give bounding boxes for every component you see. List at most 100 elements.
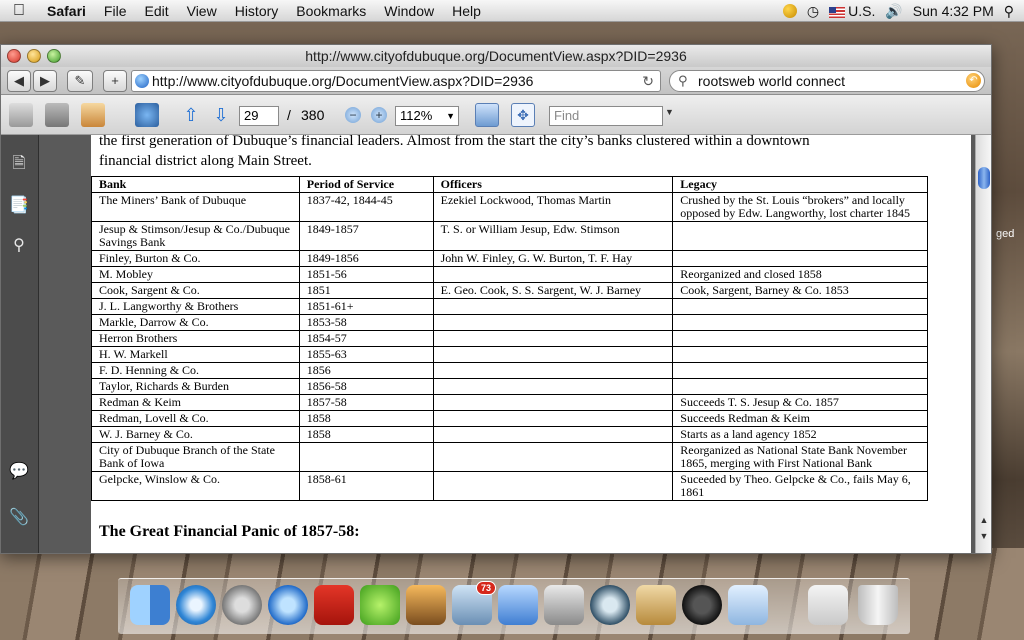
add-bookmark-button[interactable]: +	[103, 70, 127, 92]
table-row: The Miners’ Bank of Dubuque 1837-42, 1844…	[91, 192, 928, 222]
cell-bank: F. D. Henning & Co.	[91, 362, 300, 379]
menu-history[interactable]: History	[226, 3, 288, 19]
input-menu[interactable]: U.S.	[829, 3, 875, 19]
url-text: http://www.cityofdubuque.org/DocumentVie…	[152, 73, 534, 89]
word-icon[interactable]	[498, 585, 538, 625]
zoom-window-button[interactable]	[47, 49, 61, 63]
section-heading: The Great Financial Panic of 1857-58:	[99, 523, 360, 540]
previous-page-icon[interactable]: ⇧	[179, 103, 203, 127]
menu-view[interactable]: View	[178, 3, 226, 19]
forward-button[interactable]: ▶	[33, 70, 57, 92]
spotlight-icon[interactable]: ⚲	[1004, 3, 1014, 20]
reload-icon[interactable]: ↻	[642, 71, 654, 91]
mail-icon[interactable]: 73	[452, 581, 496, 625]
table-row: Taylor, Richards & Burden 1856-58	[91, 378, 928, 395]
table-row: Redman & Keim 1857-58 Succeeds T. S. Jesup…	[91, 394, 928, 411]
intro-paragraph: the first generation of Dubuque’s financ…	[99, 135, 959, 171]
apple-menu-icon[interactable]: 	[0, 2, 38, 20]
table-row: Redman, Lovell & Co. 1858 Succeeds Redman …	[91, 410, 928, 427]
window-titlebar[interactable]: http://www.cityofdubuque.org/DocumentVie…	[1, 45, 991, 67]
volume-icon[interactable]: 🔊	[885, 3, 902, 20]
cell-legacy	[672, 362, 928, 379]
full-screen-icon[interactable]: ✥	[511, 103, 535, 127]
cell-legacy: Reorganized as National State Bank Novem…	[672, 442, 928, 472]
itunes-icon[interactable]	[268, 585, 308, 625]
zoom-in-icon[interactable]: +	[371, 107, 387, 123]
menu-edit[interactable]: Edit	[135, 3, 177, 19]
safari-icon[interactable]	[176, 585, 216, 625]
mail-unread-badge: 73	[475, 581, 496, 595]
back-button[interactable]: ◀	[7, 70, 31, 92]
cell-legacy	[672, 250, 928, 267]
table-row: Cook, Sargent & Co. 1851 E. Geo. Cook, S. …	[91, 282, 928, 299]
cell-period: 1851-56	[298, 266, 434, 283]
cell-legacy	[672, 378, 928, 395]
table-header-row: Bank Period of Service Officers Legacy	[91, 176, 928, 193]
find-options-icon[interactable]: ▼	[665, 107, 674, 117]
cell-period: 1851	[298, 282, 434, 299]
zoom-select[interactable]: 112% ▼	[395, 106, 459, 126]
time-machine-menu-icon[interactable]: ◷	[807, 3, 819, 20]
attachments-panel-icon[interactable]: 📎	[9, 507, 29, 529]
url-field[interactable]: http://www.cityofdubuque.org/DocumentVie…	[131, 70, 661, 92]
fit-page-icon[interactable]	[475, 103, 499, 127]
menu-file[interactable]: File	[95, 3, 136, 19]
menu-app-name[interactable]: Safari	[38, 3, 95, 19]
close-window-button[interactable]	[7, 49, 21, 63]
cell-period: 1854-57	[298, 330, 434, 347]
web-search-field[interactable]: ⚲ rootsweb world connect ↶	[669, 70, 985, 92]
document-viewport: the first generation of Dubuque’s financ…	[39, 135, 975, 553]
scroll-down-arrow-icon[interactable]: ▼	[976, 531, 992, 541]
table-row: Markle, Darrow & Co. 1853-58	[91, 314, 928, 331]
iphoto-icon[interactable]	[406, 585, 446, 625]
edit-bookmarks-button[interactable]: ✎	[67, 70, 93, 92]
scrollbar-thumb[interactable]	[978, 167, 990, 189]
tools-icon[interactable]	[135, 103, 159, 127]
cell-period: 1837-42, 1844-45	[298, 192, 434, 222]
vertical-scrollbar[interactable]: ▲ ▼	[975, 135, 991, 553]
minimize-window-button[interactable]	[27, 49, 41, 63]
pages-panel-icon[interactable]: 🗎	[9, 153, 29, 175]
column-header-legacy: Legacy	[672, 176, 928, 193]
table-row: F. D. Henning & Co. 1856	[91, 362, 928, 379]
menu-window[interactable]: Window	[375, 3, 443, 19]
address-book-icon[interactable]	[636, 585, 676, 625]
moon-status-icon[interactable]	[782, 4, 797, 18]
menu-bookmarks[interactable]: Bookmarks	[287, 3, 375, 19]
dashboard-icon[interactable]	[682, 585, 722, 625]
comments-panel-icon[interactable]: 💬	[9, 461, 29, 483]
table-row: Gelpcke, Winslow & Co. 1858-61 Suceeded by…	[91, 471, 928, 501]
menu-help[interactable]: Help	[443, 3, 490, 19]
time-machine-icon[interactable]	[590, 585, 630, 625]
save-icon[interactable]	[45, 103, 69, 127]
cell-officers	[432, 442, 674, 472]
column-header-period: Period of Service	[298, 176, 434, 193]
bookmarks-panel-icon[interactable]: 📑	[9, 195, 29, 217]
menu-clock[interactable]: Sun 4:32 PM	[913, 3, 994, 19]
preview-icon[interactable]	[728, 585, 768, 625]
next-page-icon[interactable]: ⇩	[209, 103, 233, 127]
us-flag-icon	[829, 6, 846, 18]
print-icon[interactable]	[9, 103, 33, 127]
safari-window: http://www.cityofdubuque.org/DocumentVie…	[0, 44, 992, 554]
cell-period: 1855-63	[298, 346, 434, 363]
system-preferences-icon[interactable]	[222, 585, 262, 625]
trash-icon[interactable]	[858, 585, 898, 625]
share-icon[interactable]	[81, 103, 105, 127]
find-input[interactable]: Find	[549, 106, 663, 126]
search-icon: ⚲	[678, 73, 688, 88]
search-query: rootsweb world connect	[698, 73, 846, 89]
zoom-out-icon[interactable]: −	[345, 107, 361, 123]
search-panel-icon[interactable]: ⚲	[9, 235, 29, 257]
scroll-up-arrow-icon[interactable]: ▲	[976, 515, 992, 525]
page-number-input[interactable]: 29	[239, 106, 279, 126]
network-icon[interactable]	[360, 585, 400, 625]
cell-officers	[432, 471, 674, 501]
search-snapback-icon[interactable]: ↶	[966, 73, 981, 88]
finder-icon[interactable]	[130, 585, 170, 625]
documents-stack-icon[interactable]	[808, 585, 848, 625]
printer-icon[interactable]	[544, 585, 584, 625]
cell-legacy: Succeeds T. S. Jesup & Co. 1857	[672, 394, 928, 411]
acrobat-icon[interactable]	[314, 585, 354, 625]
navigation-bar: ◀ ▶ ✎ + http://www.cityofdubuque.org/Doc…	[1, 67, 991, 95]
